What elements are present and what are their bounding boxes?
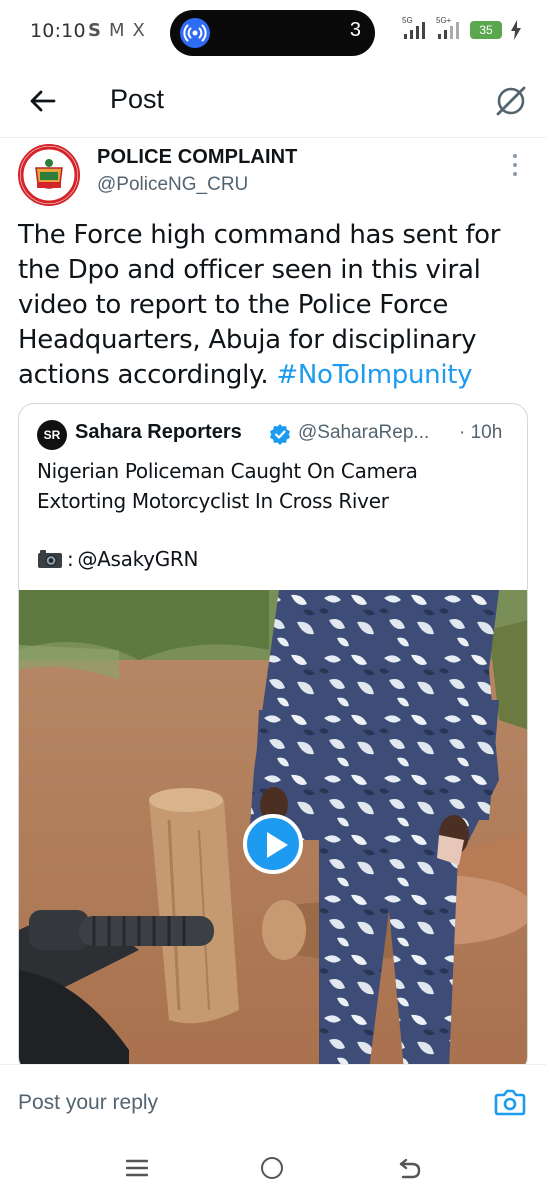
reply-input[interactable]: Post your reply: [18, 1091, 158, 1115]
post-text: The Force high command has sent for the …: [18, 218, 518, 393]
quoted-author-name: Sahara Reporters: [75, 421, 242, 443]
author-avatar[interactable]: [18, 144, 80, 206]
verified-badge-icon: [269, 423, 291, 445]
dot: [513, 163, 517, 167]
status-time: 10:10: [30, 20, 86, 42]
status-indicators: 5G 5G+ 35: [402, 16, 522, 40]
x-app-icon: X: [132, 20, 145, 41]
quoted-post[interactable]: SR Sahara Reporters @SaharaRep... · 10h …: [18, 403, 528, 1073]
author-name[interactable]: POLICE COMPLAINT: [97, 146, 298, 169]
play-icon: [267, 832, 288, 858]
home-button[interactable]: [261, 1157, 283, 1179]
reply-camera-button[interactable]: [494, 1087, 526, 1117]
system-back-button[interactable]: [398, 1156, 422, 1180]
live-activity-pill[interactable]: 3: [170, 10, 375, 56]
back-arrow-icon: [30, 90, 56, 112]
post-header: Post: [0, 66, 546, 138]
menu-icon: [125, 1159, 149, 1177]
system-navigation-bar: [0, 1134, 546, 1200]
grok-button[interactable]: [492, 82, 530, 120]
status-app-icons: S M X: [88, 20, 145, 41]
camera-icon: [494, 1089, 526, 1116]
credit-handle: @AsakyGRN: [77, 547, 199, 571]
signal-icon-2: 5G+: [436, 16, 462, 40]
broadcast-icon: [180, 18, 210, 48]
charging-icon: [511, 20, 521, 40]
camera-emoji-icon: [38, 550, 62, 568]
dot: [513, 172, 517, 176]
battery-icon: 35: [470, 21, 502, 39]
quoted-author-avatar: SR: [37, 420, 67, 450]
quoted-post-credit: : @AsakyGRN: [37, 547, 198, 571]
quoted-post-time: · 10h: [459, 422, 503, 443]
quoted-post-text: Nigerian Policeman Caught On Camera Exto…: [37, 459, 418, 513]
recent-apps-button[interactable]: [125, 1158, 149, 1178]
police-badge-icon: [20, 146, 78, 204]
notification-count: 3: [349, 19, 361, 41]
signal-icon: 5G: [402, 16, 428, 40]
grok-icon: [496, 86, 526, 116]
gmail-icon: M: [108, 20, 125, 41]
hashtag-link[interactable]: #NoToImpunity: [276, 360, 472, 390]
back-button[interactable]: [26, 84, 60, 118]
status-bar: 10:10 S M X 3 5G 5G+ 35: [0, 0, 546, 66]
return-icon: [399, 1158, 421, 1179]
credit-colon: :: [67, 547, 74, 571]
play-button[interactable]: [243, 814, 303, 874]
reply-bar: Post your reply: [0, 1064, 546, 1134]
page-title: Post: [110, 84, 165, 114]
cash-app-icon: S: [88, 20, 101, 41]
video-player[interactable]: [19, 590, 527, 1072]
quoted-author-handle: @SaharaRep...: [298, 422, 430, 443]
author-handle[interactable]: @PoliceNG_CRU: [97, 174, 248, 196]
more-options-button[interactable]: [508, 154, 522, 180]
dot: [513, 154, 517, 158]
